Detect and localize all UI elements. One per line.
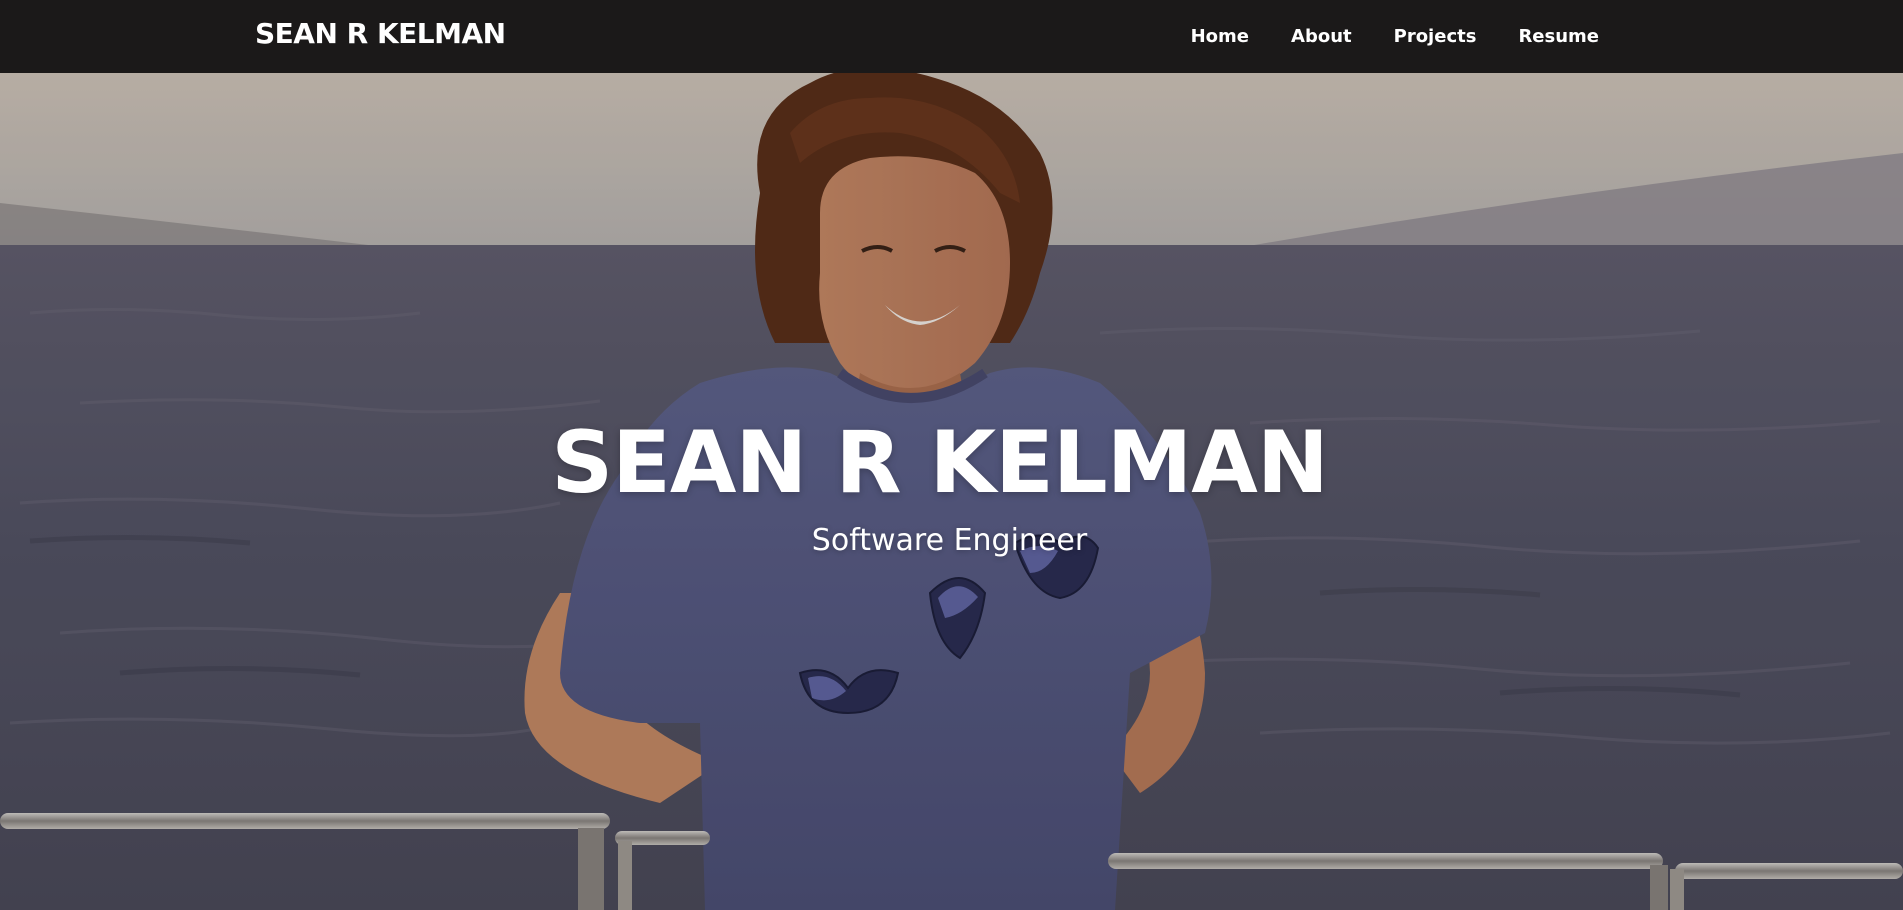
nav-link-projects[interactable]: Projects	[1373, 0, 1498, 73]
navbar: SEAN R KELMAN Home About Projects Resume	[0, 0, 1903, 73]
nav-links: Home About Projects Resume	[1170, 0, 1620, 73]
nav-link-about[interactable]: About	[1270, 0, 1373, 73]
nav-link-home[interactable]: Home	[1170, 0, 1270, 73]
hero-title: SEAN R KELMAN	[551, 413, 1329, 513]
nav-link-resume[interactable]: Resume	[1497, 0, 1620, 73]
brand-logo-link[interactable]: SEAN R KELMAN	[255, 14, 506, 54]
hero-section: SEAN R KELMAN Software Engineer	[0, 73, 1903, 910]
hero-subtitle: Software Engineer	[811, 523, 1088, 558]
